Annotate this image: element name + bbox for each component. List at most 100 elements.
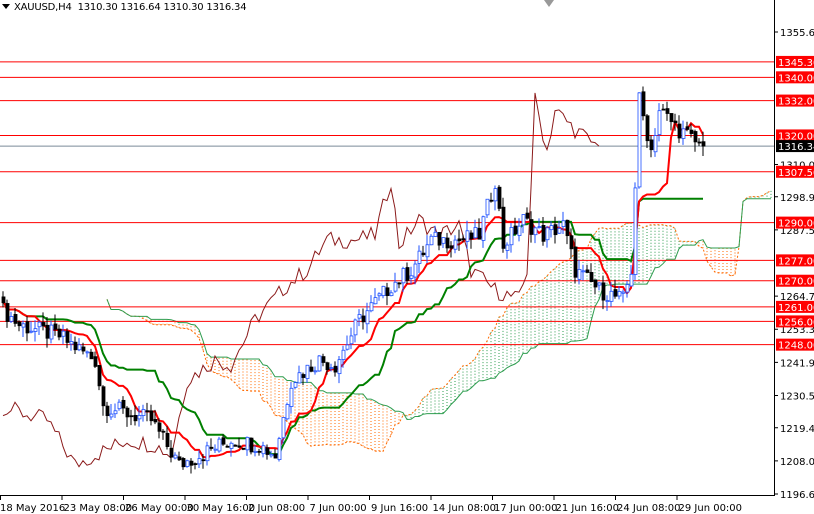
candle-body (221, 437, 226, 445)
candle-body (161, 430, 166, 433)
candle-body (429, 235, 434, 246)
candle-body (625, 284, 630, 293)
candle-body (641, 91, 646, 117)
x-tick-label: 17 Jun 00:00 (494, 503, 558, 514)
candle-body (549, 225, 554, 231)
candle-body (449, 245, 454, 249)
candle-body (321, 356, 326, 363)
level-label: 1248.00 (778, 341, 814, 352)
candle-body (417, 250, 422, 264)
candle-body (257, 450, 262, 453)
candle-body (181, 458, 186, 468)
candle-body (85, 351, 90, 354)
candle-body (433, 231, 438, 237)
candle-body (425, 244, 430, 258)
candle-body (673, 120, 678, 124)
candle-body (701, 141, 706, 147)
candle-body (361, 315, 366, 323)
candle-body (249, 437, 254, 453)
open-value: 1310.30 (77, 2, 118, 13)
candle-body (265, 447, 270, 455)
low-value: 1310.30 (163, 2, 204, 13)
chart-shift-marker[interactable] (544, 0, 554, 7)
candle-body (349, 335, 354, 345)
candle-body (201, 459, 206, 462)
candle-body (173, 454, 178, 459)
candle-body (77, 344, 82, 351)
candle-body (513, 225, 518, 235)
candle-body (573, 246, 578, 278)
candle-body (553, 224, 558, 236)
candle-body (593, 279, 598, 288)
candle-body (501, 206, 506, 249)
candle-body (73, 341, 78, 351)
candle-body (121, 399, 126, 409)
candle-body (629, 273, 634, 287)
candle-body (13, 314, 18, 324)
candle-body (189, 460, 194, 466)
candle-body (305, 364, 310, 379)
candle-body (9, 316, 14, 322)
candle-body (461, 238, 466, 241)
candle-body (381, 285, 386, 297)
price-chart[interactable]: 1355.601310.001298.901287.501264.701253.… (0, 0, 814, 514)
candle-body (333, 365, 338, 373)
candle-body (97, 365, 102, 387)
level-label: 1340.00 (778, 73, 814, 84)
x-tick-label: 21 Jun 16:00 (556, 503, 620, 514)
chikou-span-line (2, 92, 600, 468)
candle-body (1, 296, 6, 304)
candle-body (665, 108, 670, 114)
candle-body (109, 413, 114, 418)
candle-body (317, 355, 322, 372)
candle-body (385, 287, 390, 297)
candle-body (669, 113, 674, 123)
candle-body (137, 414, 142, 420)
x-tick-label: 14 Jun 08:00 (433, 503, 497, 514)
x-tick-label: 9 Jun 16:00 (371, 503, 428, 514)
candle-body (105, 405, 110, 417)
candle-body (637, 92, 642, 188)
candle-body (133, 414, 138, 422)
candle-body (493, 188, 498, 202)
dropdown-triangle-icon[interactable] (2, 4, 10, 9)
candle-body (613, 289, 618, 297)
candle-body (293, 382, 298, 388)
candle-body (5, 303, 10, 322)
candle-body (597, 282, 602, 286)
candle-body (297, 372, 302, 384)
candle-body (681, 128, 686, 139)
candle-body (581, 270, 586, 273)
candle-body (685, 126, 690, 130)
candle-body (677, 123, 682, 139)
candle-body (457, 238, 462, 242)
candle-body (657, 110, 662, 135)
candle-body (377, 293, 382, 297)
candle-body (505, 244, 510, 251)
candle-body (397, 282, 402, 285)
candle-body (37, 321, 42, 328)
y-tick-label: 1196.60 (780, 490, 814, 501)
candle-body (465, 230, 470, 242)
candle-body (617, 291, 622, 297)
level-label: 1270.00 (778, 277, 814, 288)
level-label: 1307.50 (778, 168, 814, 179)
candle-body (225, 445, 230, 448)
candle-body (453, 239, 458, 250)
candle-body (41, 322, 46, 327)
x-tick-label: 26 May 00:00 (125, 503, 194, 514)
candle-body (405, 267, 410, 281)
candle-body (693, 131, 698, 143)
close-value: 1316.34 (206, 2, 247, 13)
candle-body (441, 237, 446, 244)
candle-body (605, 300, 610, 303)
candle-body (537, 226, 542, 228)
candle-body (81, 346, 86, 352)
candle-body (621, 291, 626, 294)
y-tick-label: 1230.50 (780, 391, 814, 402)
candle-body (481, 216, 486, 241)
candle-body (25, 321, 30, 334)
candle-body (337, 359, 342, 375)
candle-body (577, 269, 582, 280)
candle-body (653, 135, 658, 153)
